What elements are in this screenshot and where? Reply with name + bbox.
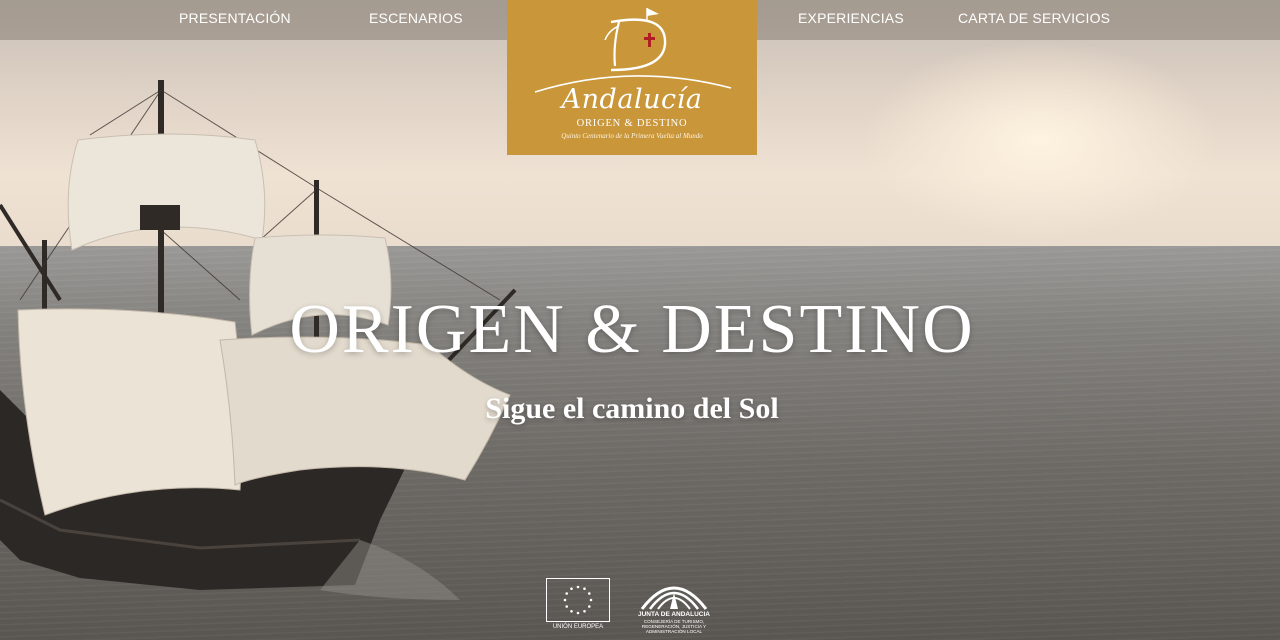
- sun-cross-emblem-icon: [534, 8, 732, 93]
- site-logo[interactable]: Andalucía ORIGEN & DESTINO Quinto Centen…: [507, 0, 757, 155]
- junta-arch-icon: [640, 586, 708, 610]
- nav-presentacion-link[interactable]: PRESENTACIÓN: [179, 10, 291, 26]
- mizzen-sail: [140, 205, 180, 230]
- junta-department: CONSEJERÍA DE TURISMO, REGENERACIÓN, JUS…: [641, 619, 707, 634]
- eu-logo[interactable]: UNIÓN EUROPEA: [546, 578, 610, 632]
- nav-carta-de-servicios-link[interactable]: CARTA DE SERVICIOS: [958, 10, 1110, 26]
- junta-label: JUNTA DE ANDALUCIA: [638, 611, 710, 618]
- junta-andalucia-logo[interactable]: JUNTA DE ANDALUCIA CONSEJERÍA DE TURISMO…: [628, 573, 720, 637]
- logo-tagline: Quinto Centenario de la Primera Vuelta a…: [561, 132, 703, 140]
- logo-brand-text: Andalucía: [561, 84, 703, 115]
- main-top-sail: [67, 133, 266, 251]
- nav-experiencias-link[interactable]: EXPERIENCIAS: [798, 10, 904, 26]
- logo-subtitle: ORIGEN & DESTINO: [576, 118, 688, 129]
- eu-flag-icon: [546, 578, 610, 622]
- eu-label: UNIÓN EUROPEA: [552, 624, 604, 630]
- nav-escenarios-link[interactable]: ESCENARIOS: [369, 10, 463, 26]
- sun-glow: [860, 40, 1220, 240]
- hero-title: ORIGEN & DESTINO: [289, 291, 975, 368]
- hero-subtitle: Sigue el camino del Sol: [485, 392, 779, 425]
